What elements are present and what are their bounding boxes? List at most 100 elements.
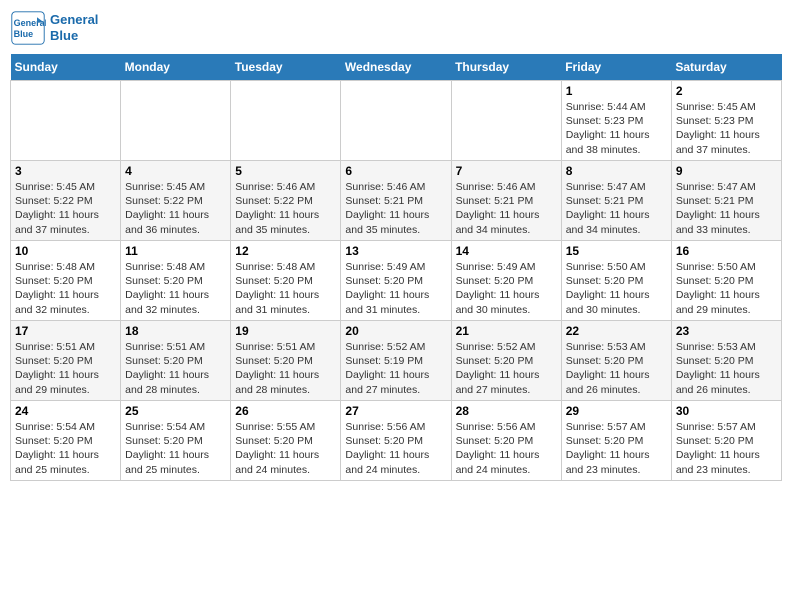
day-detail: Sunrise: 5:47 AM Sunset: 5:21 PM Dayligh… <box>566 180 667 237</box>
calendar-cell: 20Sunrise: 5:52 AM Sunset: 5:19 PM Dayli… <box>341 321 451 401</box>
calendar-cell: 8 Sunrise: 5:47 AM Sunset: 5:21 PM Daylig… <box>561 161 671 241</box>
day-number: 9 <box>676 164 777 178</box>
calendar-cell <box>11 81 121 161</box>
day-number: 24 <box>15 404 116 418</box>
calendar-cell: 21 Sunrise: 5:52 AM Sunset: 5:20 PM Dayli… <box>451 321 561 401</box>
day-detail: Sunrise: 5:57 AM Sunset: 5:20 PM Dayligh… <box>676 420 777 477</box>
day-number: 27 <box>345 404 446 418</box>
day-number: 10 <box>15 244 116 258</box>
weekday-header-sunday: Sunday <box>11 54 121 81</box>
day-number: 12 <box>235 244 336 258</box>
calendar-week-2: 3Sunrise: 5:45 AM Sunset: 5:22 PM Daylig… <box>11 161 782 241</box>
calendar-cell: 4 Sunrise: 5:45 AM Sunset: 5:22 PM Daylig… <box>121 161 231 241</box>
calendar-cell: 19 Sunrise: 5:51 AM Sunset: 5:20 PM Dayli… <box>231 321 341 401</box>
calendar-cell: 26Sunrise: 5:55 AM Sunset: 5:20 PM Dayli… <box>231 401 341 481</box>
day-number: 13 <box>345 244 446 258</box>
day-number: 2 <box>676 84 777 98</box>
day-number: 17 <box>15 324 116 338</box>
day-detail: Sunrise: 5:54 AM Sunset: 5:20 PM Dayligh… <box>125 420 226 477</box>
day-detail: Sunrise: 5:54 AM Sunset: 5:20 PM Dayligh… <box>15 420 116 477</box>
calendar-cell: 7 Sunrise: 5:46 AM Sunset: 5:21 PM Daylig… <box>451 161 561 241</box>
calendar-cell <box>451 81 561 161</box>
day-detail: Sunrise: 5:45 AM Sunset: 5:22 PM Dayligh… <box>125 180 226 237</box>
day-detail: Sunrise: 5:53 AM Sunset: 5:20 PM Dayligh… <box>566 340 667 397</box>
calendar-cell: 24 Sunrise: 5:54 AM Sunset: 5:20 PM Dayli… <box>11 401 121 481</box>
calendar-cell: 3Sunrise: 5:45 AM Sunset: 5:22 PM Daylig… <box>11 161 121 241</box>
calendar-cell: 30 Sunrise: 5:57 AM Sunset: 5:20 PM Dayli… <box>671 401 781 481</box>
day-number: 18 <box>125 324 226 338</box>
day-detail: Sunrise: 5:51 AM Sunset: 5:20 PM Dayligh… <box>235 340 336 397</box>
calendar-week-3: 10 Sunrise: 5:48 AM Sunset: 5:20 PM Dayli… <box>11 241 782 321</box>
day-detail: Sunrise: 5:46 AM Sunset: 5:22 PM Dayligh… <box>235 180 336 237</box>
calendar-week-1: 1 Sunrise: 5:44 AM Sunset: 5:23 PM Daylig… <box>11 81 782 161</box>
day-number: 7 <box>456 164 557 178</box>
day-number: 25 <box>125 404 226 418</box>
day-detail: Sunrise: 5:46 AM Sunset: 5:21 PM Dayligh… <box>456 180 557 237</box>
day-detail: Sunrise: 5:48 AM Sunset: 5:20 PM Dayligh… <box>15 260 116 317</box>
day-detail: Sunrise: 5:50 AM Sunset: 5:20 PM Dayligh… <box>566 260 667 317</box>
day-number: 11 <box>125 244 226 258</box>
day-detail: Sunrise: 5:56 AM Sunset: 5:20 PM Dayligh… <box>456 420 557 477</box>
calendar-cell: 10 Sunrise: 5:48 AM Sunset: 5:20 PM Dayli… <box>11 241 121 321</box>
calendar-cell: 2 Sunrise: 5:45 AM Sunset: 5:23 PM Daylig… <box>671 81 781 161</box>
calendar-cell: 1 Sunrise: 5:44 AM Sunset: 5:23 PM Daylig… <box>561 81 671 161</box>
calendar-cell <box>231 81 341 161</box>
weekday-header-tuesday: Tuesday <box>231 54 341 81</box>
day-detail: Sunrise: 5:56 AM Sunset: 5:20 PM Dayligh… <box>345 420 446 477</box>
day-detail: Sunrise: 5:55 AM Sunset: 5:20 PM Dayligh… <box>235 420 336 477</box>
calendar-cell: 29 Sunrise: 5:57 AM Sunset: 5:20 PM Dayli… <box>561 401 671 481</box>
logo-text: GeneralBlue <box>50 12 98 43</box>
day-detail: Sunrise: 5:44 AM Sunset: 5:23 PM Dayligh… <box>566 100 667 157</box>
calendar-cell: 6 Sunrise: 5:46 AM Sunset: 5:21 PM Daylig… <box>341 161 451 241</box>
calendar-table: SundayMondayTuesdayWednesdayThursdayFrid… <box>10 54 782 481</box>
day-detail: Sunrise: 5:48 AM Sunset: 5:20 PM Dayligh… <box>125 260 226 317</box>
logo-icon: General Blue <box>10 10 46 46</box>
day-number: 16 <box>676 244 777 258</box>
calendar-header: SundayMondayTuesdayWednesdayThursdayFrid… <box>11 54 782 81</box>
day-detail: Sunrise: 5:48 AM Sunset: 5:20 PM Dayligh… <box>235 260 336 317</box>
calendar-cell: 23 Sunrise: 5:53 AM Sunset: 5:20 PM Dayli… <box>671 321 781 401</box>
day-detail: Sunrise: 5:51 AM Sunset: 5:20 PM Dayligh… <box>125 340 226 397</box>
day-number: 6 <box>345 164 446 178</box>
calendar-cell: 11 Sunrise: 5:48 AM Sunset: 5:20 PM Dayli… <box>121 241 231 321</box>
calendar-cell: 16Sunrise: 5:50 AM Sunset: 5:20 PM Dayli… <box>671 241 781 321</box>
svg-text:Blue: Blue <box>14 29 34 39</box>
day-number: 5 <box>235 164 336 178</box>
weekday-header-monday: Monday <box>121 54 231 81</box>
calendar-cell <box>121 81 231 161</box>
day-detail: Sunrise: 5:49 AM Sunset: 5:20 PM Dayligh… <box>345 260 446 317</box>
weekday-header-wednesday: Wednesday <box>341 54 451 81</box>
weekday-header-friday: Friday <box>561 54 671 81</box>
calendar-cell: 5 Sunrise: 5:46 AM Sunset: 5:22 PM Daylig… <box>231 161 341 241</box>
day-number: 20 <box>345 324 446 338</box>
day-detail: Sunrise: 5:45 AM Sunset: 5:23 PM Dayligh… <box>676 100 777 157</box>
logo: General Blue GeneralBlue <box>10 10 98 46</box>
day-detail: Sunrise: 5:57 AM Sunset: 5:20 PM Dayligh… <box>566 420 667 477</box>
day-number: 29 <box>566 404 667 418</box>
day-number: 21 <box>456 324 557 338</box>
calendar-week-4: 17 Sunrise: 5:51 AM Sunset: 5:20 PM Dayli… <box>11 321 782 401</box>
weekday-header-saturday: Saturday <box>671 54 781 81</box>
day-number: 23 <box>676 324 777 338</box>
day-number: 30 <box>676 404 777 418</box>
day-number: 1 <box>566 84 667 98</box>
calendar-cell: 28Sunrise: 5:56 AM Sunset: 5:20 PM Dayli… <box>451 401 561 481</box>
day-number: 15 <box>566 244 667 258</box>
day-detail: Sunrise: 5:51 AM Sunset: 5:20 PM Dayligh… <box>15 340 116 397</box>
day-number: 8 <box>566 164 667 178</box>
day-number: 4 <box>125 164 226 178</box>
day-detail: Sunrise: 5:53 AM Sunset: 5:20 PM Dayligh… <box>676 340 777 397</box>
weekday-header-thursday: Thursday <box>451 54 561 81</box>
calendar-week-5: 24 Sunrise: 5:54 AM Sunset: 5:20 PM Dayli… <box>11 401 782 481</box>
calendar-cell: 12 Sunrise: 5:48 AM Sunset: 5:20 PM Dayli… <box>231 241 341 321</box>
svg-text:General: General <box>14 18 46 28</box>
day-detail: Sunrise: 5:46 AM Sunset: 5:21 PM Dayligh… <box>345 180 446 237</box>
calendar-cell: 17 Sunrise: 5:51 AM Sunset: 5:20 PM Dayli… <box>11 321 121 401</box>
calendar-cell: 13 Sunrise: 5:49 AM Sunset: 5:20 PM Dayli… <box>341 241 451 321</box>
page-header: General Blue GeneralBlue <box>10 10 782 46</box>
calendar-cell: 22Sunrise: 5:53 AM Sunset: 5:20 PM Dayli… <box>561 321 671 401</box>
day-number: 19 <box>235 324 336 338</box>
day-detail: Sunrise: 5:45 AM Sunset: 5:22 PM Dayligh… <box>15 180 116 237</box>
calendar-cell: 9Sunrise: 5:47 AM Sunset: 5:21 PM Daylig… <box>671 161 781 241</box>
day-detail: Sunrise: 5:52 AM Sunset: 5:20 PM Dayligh… <box>456 340 557 397</box>
